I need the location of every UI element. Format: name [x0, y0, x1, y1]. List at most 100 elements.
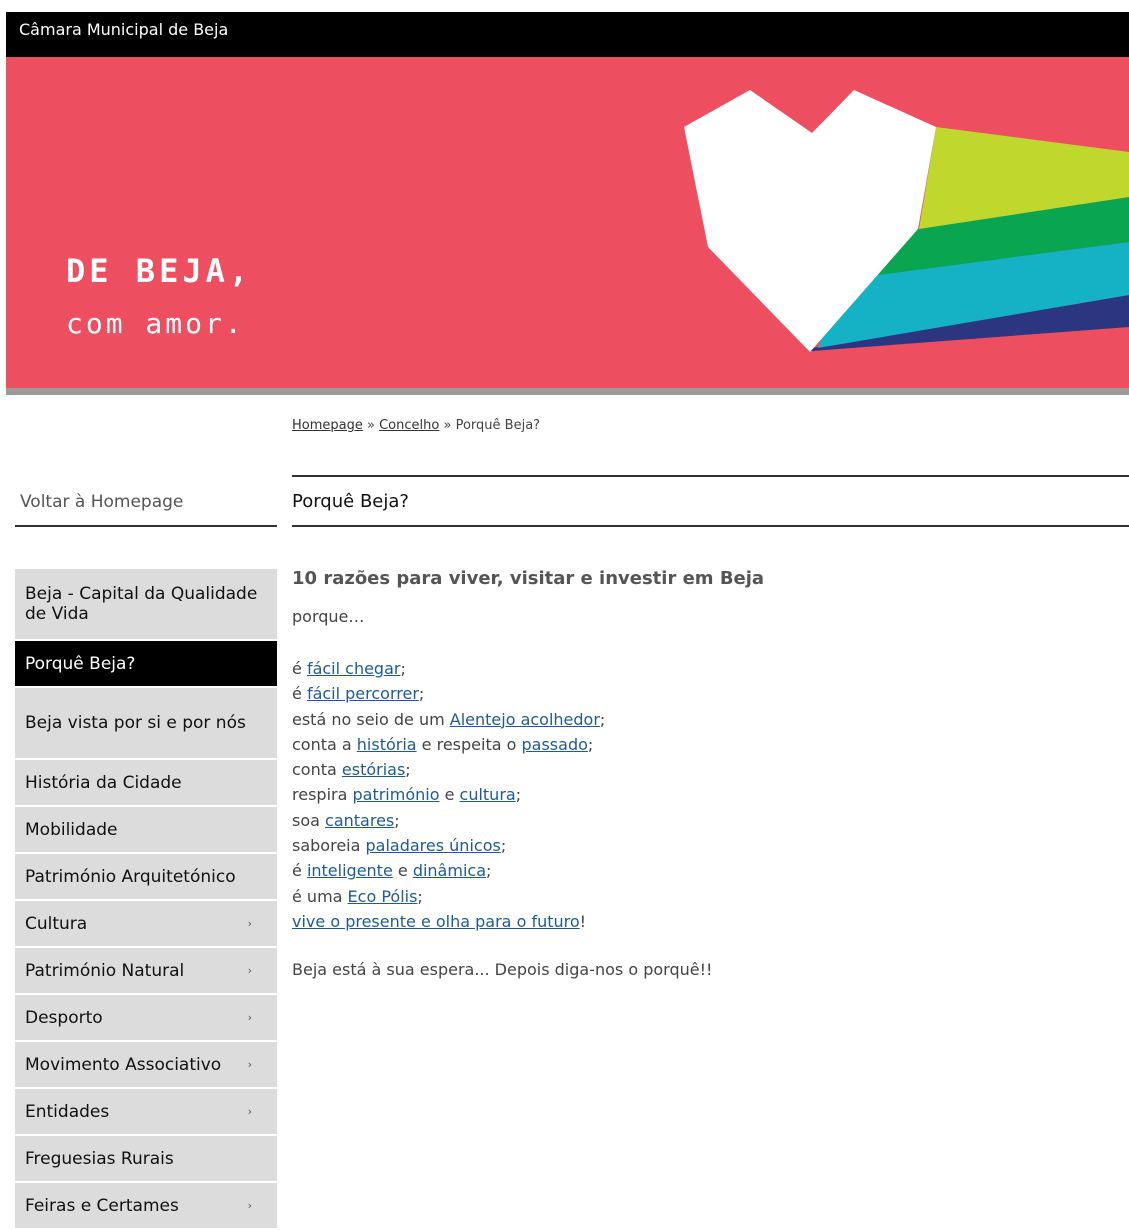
sidebar-menu: Beja - Capital da Qualidade de Vida Porqu… — [15, 569, 277, 1230]
reason-text: ; — [394, 810, 400, 830]
reason-link[interactable]: Alentejo acolhedor — [450, 710, 600, 729]
reason-link[interactable]: fácil percorrer — [307, 684, 419, 703]
reason-link[interactable]: dinâmica — [413, 861, 486, 880]
reason-item: é fácil chegar; — [292, 656, 1112, 681]
reason-link[interactable]: passado — [522, 735, 588, 754]
reason-link[interactable]: inteligente — [307, 861, 393, 880]
sidebar-item-label: Beja - Capital da Qualidade de Vida — [25, 584, 258, 624]
reason-item: soa cantares; — [292, 808, 1112, 833]
reason-link[interactable]: história — [357, 735, 417, 754]
content-heading: 10 razões para viver, visitar e investir… — [292, 568, 765, 589]
breadcrumb-current: Porquê Beja? — [455, 418, 541, 433]
slogan-line1: DE BEJA, — [66, 252, 253, 290]
banner-divider — [6, 388, 1129, 395]
reason-text: ! — [579, 911, 587, 931]
reason-text: respira — [292, 785, 353, 805]
sidebar-item-label: Cultura — [25, 913, 88, 934]
reason-text: ; — [599, 709, 606, 729]
reason-text: ; — [500, 836, 507, 856]
reason-text: ; — [400, 659, 406, 678]
reason-text: é — [292, 861, 307, 881]
sidebar-item-label: Mobilidade — [25, 819, 118, 840]
reason-link[interactable]: cultura — [460, 785, 516, 804]
reasons-list: é fácil chegar; é fácil percorrer; está no… — [292, 656, 1112, 934]
sidebar-item-label: Património Arquitetónico — [25, 866, 236, 887]
breadcrumb-home-link[interactable]: Homepage — [292, 418, 363, 433]
sidebar-item-label: Freguesias Rurais — [25, 1148, 174, 1169]
sidebar-item[interactable]: Beja - Capital da Qualidade de Vida — [15, 569, 277, 641]
site-header: Câmara Municipal de Beja — [6, 12, 1129, 57]
reason-text: conta a — [292, 734, 357, 754]
reason-link[interactable]: estórias — [342, 760, 405, 779]
sidebar-item-label: Porquê Beja? — [25, 653, 136, 674]
reason-text: é — [292, 684, 307, 704]
sidebar-item[interactable]: Freguesias Rurais — [15, 1136, 277, 1183]
reason-text: ; — [587, 734, 594, 754]
reason-text: ; — [418, 684, 425, 704]
chevron-right-icon: › — [247, 964, 252, 977]
reason-link[interactable]: vive o presente e olha para o futuro — [292, 912, 580, 931]
breadcrumb: Homepage » Concelho » Porquê Beja? — [292, 418, 540, 433]
breadcrumb-separator: » — [443, 418, 452, 433]
closing-text: Beja está à sua espera... Depois diga-no… — [292, 960, 713, 980]
breadcrumb-section-link[interactable]: Concelho — [379, 418, 439, 433]
reason-item: é uma Eco Pólis; — [292, 884, 1112, 909]
main-content: 10 razões para viver, visitar e investir… — [292, 568, 1112, 979]
sidebar-item[interactable]: Feiras e Certames › — [15, 1183, 277, 1230]
reason-link[interactable]: cantares — [325, 811, 394, 830]
sidebar-item[interactable]: Beja vista por si e por nós — [15, 688, 277, 760]
reason-text: ; — [515, 785, 522, 805]
chevron-right-icon: › — [247, 1058, 252, 1071]
chevron-right-icon: › — [247, 1199, 252, 1212]
sidebar-item[interactable]: Património Arquitetónico — [15, 854, 277, 901]
reason-item: é fácil percorrer; — [292, 681, 1112, 706]
reason-link[interactable]: património — [352, 785, 439, 804]
reason-link[interactable]: fácil chegar — [307, 659, 401, 678]
reason-text: ; — [486, 861, 492, 881]
page-title: Porquê Beja? — [292, 475, 1129, 527]
reason-text: ; — [405, 760, 411, 780]
sidebar-item[interactable]: Património Natural › — [15, 948, 277, 995]
sidebar-item[interactable]: História da Cidade — [15, 760, 277, 807]
reason-item: vive o presente e olha para o futuro! — [292, 909, 1112, 934]
reason-text: soa — [292, 810, 326, 830]
sidebar-item[interactable]: Mobilidade — [15, 807, 277, 854]
reason-text: está no seio de um — [292, 709, 450, 729]
reason-link[interactable]: paladares únicos — [366, 836, 501, 855]
sidebar-item-label: Desporto — [25, 1007, 103, 1028]
chevron-right-icon: › — [247, 1011, 252, 1024]
reason-item: está no seio de um Alentejo acolhedor; — [292, 707, 1112, 732]
chevron-right-icon: › — [247, 917, 252, 930]
reason-item: saboreia paladares únicos; — [292, 833, 1112, 858]
sidebar-item[interactable]: Movimento Associativo › — [15, 1042, 277, 1089]
sidebar-item[interactable]: Entidades › — [15, 1089, 277, 1136]
chevron-right-icon: › — [247, 1105, 252, 1118]
reason-item: conta estórias; — [292, 757, 1112, 782]
hero-banner: DE BEJA, com amor. — [6, 57, 1129, 388]
reason-text: conta — [292, 760, 342, 780]
reason-item: conta a história e respeita o passado; — [292, 732, 1112, 757]
reason-text: saboreia — [292, 836, 366, 856]
slogan-line2: com amor. — [66, 307, 245, 340]
sidebar-item[interactable]: Porquê Beja? — [15, 641, 277, 688]
reason-item: é inteligente e dinâmica; — [292, 858, 1112, 883]
back-to-homepage-link[interactable]: Voltar à Homepage — [15, 477, 277, 527]
sidebar-item-label: Movimento Associativo — [25, 1054, 222, 1075]
sidebar-item-label: Entidades — [25, 1101, 110, 1122]
reason-text: e — [439, 785, 460, 805]
reason-text: ; — [417, 886, 423, 906]
sidebar-item-label: Beja vista por si e por nós — [25, 713, 246, 733]
sidebar-item[interactable]: Cultura › — [15, 901, 277, 948]
site-title[interactable]: Câmara Municipal de Beja — [19, 20, 228, 39]
reason-item: respira património e cultura; — [292, 782, 1112, 807]
reason-link[interactable]: Eco Pólis — [348, 887, 418, 906]
reason-text: é uma — [292, 886, 348, 906]
intro-text: porque… — [292, 607, 365, 626]
reason-text: e — [392, 861, 413, 881]
sidebar-item-label: Feiras e Certames — [25, 1195, 179, 1216]
reason-text: é — [292, 659, 307, 678]
reason-text: e respeita o — [416, 734, 522, 754]
sidebar-item-label: História da Cidade — [25, 772, 182, 793]
sidebar-item[interactable]: Desporto › — [15, 995, 277, 1042]
breadcrumb-separator: » — [367, 418, 375, 433]
